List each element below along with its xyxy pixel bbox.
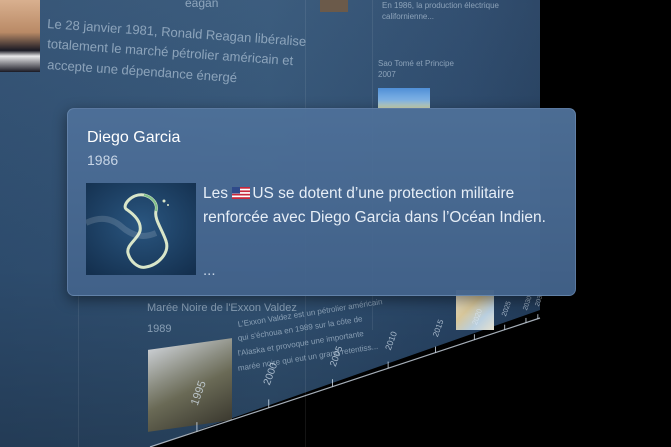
- popup-text-body: US se dotent d’une protection militaire …: [203, 185, 546, 226]
- thumbnail-image[interactable]: [320, 0, 348, 12]
- reagan-photo[interactable]: [0, 0, 40, 72]
- reagan-title-fragment: eagan: [185, 0, 219, 10]
- popup-more-ellipsis[interactable]: ...: [203, 262, 216, 279]
- satellite-island-image[interactable]: [86, 183, 196, 275]
- sao-tome-year: 2007: [378, 70, 396, 79]
- timeline-stage: eagan Le 28 janvier 1981, Ronald Reagan …: [0, 0, 671, 447]
- popup-year: 1986: [87, 152, 119, 168]
- column-divider: [78, 290, 79, 447]
- exxon-photo[interactable]: [148, 338, 232, 432]
- popup-text-prefix: Les: [203, 185, 233, 202]
- event-popup[interactable]: Diego Garcia 1986 Les US se dotent d’une: [67, 108, 576, 296]
- popup-title: Diego Garcia: [87, 129, 181, 146]
- sao-tome-title[interactable]: Sao Tomé et Principe: [378, 58, 454, 69]
- top-right-entry-text: En 1986, la production électrique califo…: [382, 1, 499, 21]
- popup-description: Les US se dotent d’une protection milita…: [203, 182, 563, 230]
- exxon-year: 1989: [147, 323, 172, 335]
- sao-tome-thumbnail[interactable]: [378, 88, 430, 108]
- us-flag-icon: [232, 183, 251, 199]
